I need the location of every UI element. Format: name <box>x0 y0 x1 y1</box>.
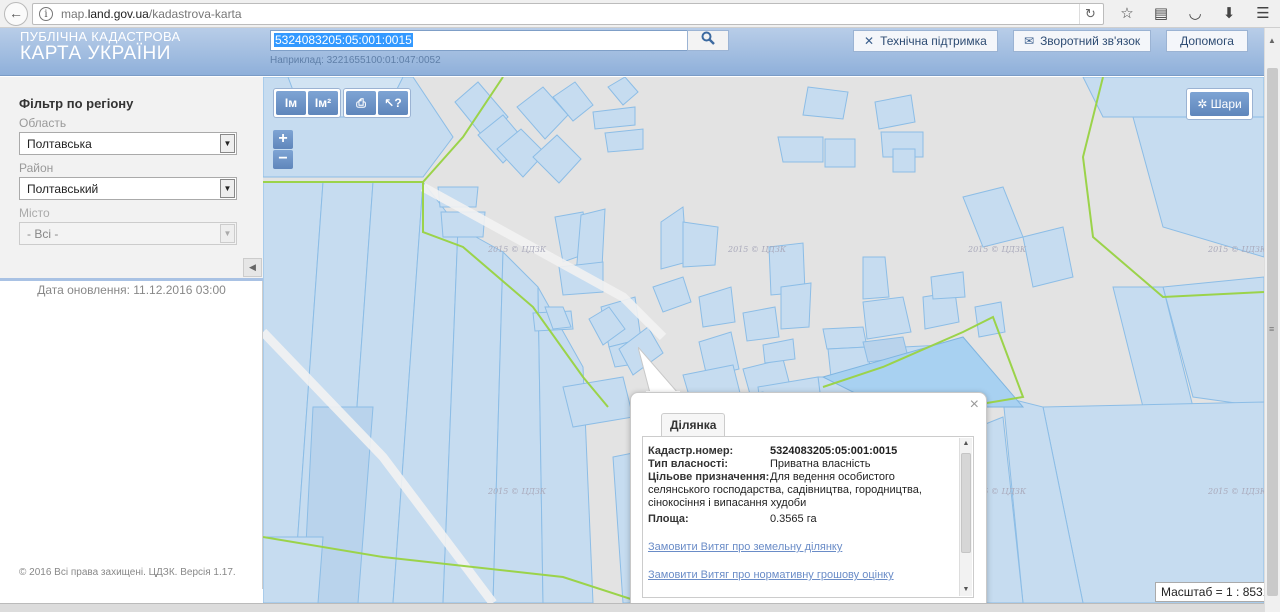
ownership-key: Тип власності: <box>648 458 729 470</box>
search-icon[interactable] <box>687 30 729 51</box>
reload-icon[interactable]: ↻ <box>1079 4 1101 24</box>
collapse-sidebar-icon[interactable]: ◀ <box>243 258 262 277</box>
tools-icon: ✕ <box>864 34 875 48</box>
watermark: 2015 © ЦДЗК <box>1208 245 1264 254</box>
logo-subtitle: ПУБЛІЧНА КАДАСТРОВА <box>20 29 181 44</box>
identify-cursor-icon[interactable]: ↖? <box>378 91 408 115</box>
watermark: 2015 © ЦДЗК <box>488 487 547 496</box>
watermark: 2015 © ЦДЗК <box>728 245 787 254</box>
bottom-scrollbar[interactable] <box>0 603 1264 612</box>
scale-label: Масштаб = 1 : 8531 <box>1155 582 1264 602</box>
purpose-value: Для ведення особистого селянського госпо… <box>648 471 922 509</box>
raion-label: Район <box>19 161 54 175</box>
update-date: Дата оновлення: 11.12.2016 03:00 <box>37 283 226 297</box>
feedback-button[interactable]: ✉ Зворотний зв'язок <box>1013 30 1152 52</box>
gear-icon: ✲ <box>1197 97 1211 111</box>
page-scrollbar[interactable]: ▲ ≡ <box>1264 28 1280 612</box>
oblast-label: Область <box>19 116 67 130</box>
watermark: 2015 © ЦДЗК <box>1208 487 1264 496</box>
menu-icon[interactable]: ☰ <box>1252 3 1274 25</box>
cadastral-map[interactable]: 2015 © ЦДЗК 2015 © ЦДЗК 2015 © ЦДЗК 2015… <box>263 77 1264 603</box>
print-identify-tools: ⎙ ↖? <box>343 88 411 118</box>
cadastr-key: Кадастр.номер: <box>648 445 734 457</box>
raion-select[interactable]: Полтавський ▼ <box>19 177 237 200</box>
browser-toolbar: ← i map.land.gov.ua/kadastrova-karta ↻ ☆… <box>0 0 1280 28</box>
order-extract-link[interactable]: Замовити Витяг про земельну ділянку <box>648 541 842 553</box>
browser-icons: ☆ ▤ ◡ ⬇ ☰ <box>1116 3 1274 25</box>
misto-select[interactable]: - Всі - ▼ <box>19 222 237 245</box>
envelope-icon: ✉ <box>1024 34 1035 48</box>
cadastr-search-input[interactable]: 5324083205:05:001:0015 <box>270 30 688 51</box>
measure-tools: Iм Iм² <box>273 88 341 118</box>
watermark: 2015 © ЦДЗК <box>968 245 1027 254</box>
grip-icon: ≡ <box>1269 324 1275 334</box>
pocket-icon[interactable]: ◡ <box>1184 3 1206 25</box>
zoom-in-button[interactable]: + <box>273 130 293 149</box>
address-bar[interactable]: i map.land.gov.ua/kadastrova-karta ↻ <box>32 3 1104 25</box>
scroll-up-icon[interactable]: ▲ <box>1268 36 1276 45</box>
order-valuation-link[interactable]: Замовити Витяг про нормативну грошову оц… <box>648 569 894 581</box>
reading-list-icon[interactable]: ▤ <box>1150 3 1172 25</box>
star-icon[interactable]: ☆ <box>1116 3 1138 25</box>
help-button[interactable]: Допомога <box>1166 30 1248 52</box>
popup-pointer <box>638 347 680 397</box>
close-icon[interactable]: × <box>970 396 979 414</box>
zoom-out-button[interactable]: − <box>273 150 293 169</box>
search-hint: Наприклад: 3221655100:01:047:0052 <box>270 55 441 66</box>
app-header: ПУБЛІЧНА КАДАСТРОВА КАРТА УКРАЇНИ 532408… <box>0 28 1264 76</box>
chevron-down-icon[interactable]: ▼ <box>220 179 235 198</box>
chevron-down-icon[interactable]: ▼ <box>220 134 235 153</box>
print-icon[interactable]: ⎙ <box>346 91 376 115</box>
tab-parcel[interactable]: Ділянка <box>661 413 726 436</box>
support-button[interactable]: ✕ Технічна підтримка <box>853 30 998 52</box>
logo-title[interactable]: КАРТА УКРАЇНИ <box>20 43 171 65</box>
cadastr-value: 5324083205:05:001:0015 <box>770 445 898 457</box>
misto-label: Місто <box>19 206 50 220</box>
scroll-thumb[interactable] <box>961 453 971 553</box>
layers-button[interactable]: ✲ Шари <box>1186 88 1253 120</box>
area-value: 0.3565 га <box>770 513 817 525</box>
oblast-select[interactable]: Полтавська ▼ <box>19 132 237 155</box>
region-filter: Фільтр по регіону Область Полтавська ▼ Ра… <box>0 77 263 281</box>
parcel-info: Кадастр.номер: 5324083205:05:001:0015 Ти… <box>642 436 974 598</box>
url-text: map.land.gov.ua/kadastrova-karta <box>61 7 242 21</box>
scroll-down-icon[interactable]: ▼ <box>960 584 972 596</box>
back-arrow-icon[interactable]: ← <box>4 2 28 26</box>
scroll-up-icon[interactable]: ▲ <box>960 438 972 450</box>
sidebar: Фільтр по регіону Область Полтавська ▼ Ра… <box>0 77 263 589</box>
ownership-value: Приватна власність <box>770 458 871 470</box>
filter-title: Фільтр по регіону <box>19 96 134 111</box>
area-key: Площа: <box>648 513 689 525</box>
measure-line-icon[interactable]: Iм <box>276 91 306 115</box>
popup-scrollbar[interactable]: ▲ ▼ <box>959 438 972 596</box>
download-icon[interactable]: ⬇ <box>1218 3 1240 25</box>
copyright: © 2016 Всі права захищені. ЦДЗК. Версія … <box>19 567 236 578</box>
parcel-popup: × Ділянка Кадастр.номер: 5324083205:05:0… <box>630 392 987 603</box>
chevron-down-icon: ▼ <box>220 224 235 243</box>
measure-area-icon[interactable]: Iм² <box>308 91 338 115</box>
watermark: 2015 © ЦДЗК <box>488 245 547 254</box>
info-icon[interactable]: i <box>39 7 53 21</box>
